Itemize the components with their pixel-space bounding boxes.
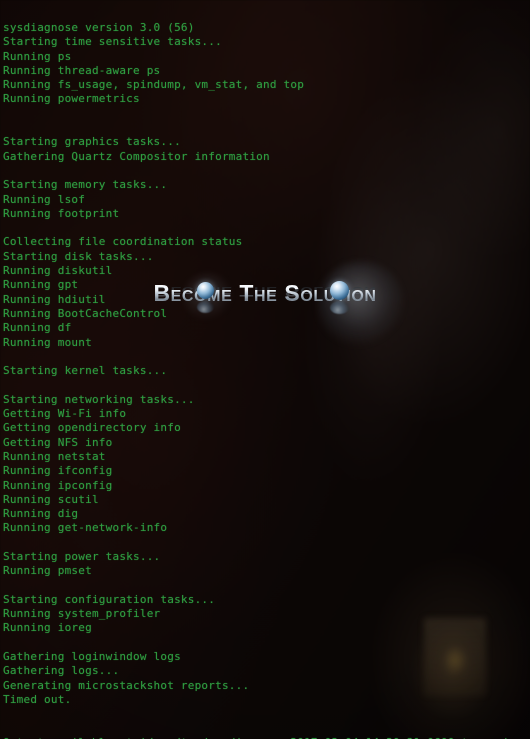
terminal-line: Starting kernel tasks...: [3, 364, 168, 378]
terminal-line: Starting time sensitive tasks...: [3, 35, 222, 49]
terminal-line: Running system_profiler: [3, 607, 161, 621]
terminal-line: sysdiagnose version 3.0 (56): [3, 21, 195, 34]
terminal-line: Starting memory tasks...: [3, 178, 168, 192]
terminal-line: Running ifconfig: [3, 464, 113, 478]
terminal-line: Running dig: [3, 507, 79, 521]
terminal-line: Collecting file coordination status: [3, 235, 243, 249]
terminal-line: Timed out.: [3, 692, 72, 706]
terminal-line: Starting disk tasks...: [3, 249, 154, 263]
terminal-line: Running lsof: [3, 192, 86, 206]
terminal-line: Running pmset: [3, 564, 92, 578]
terminal-line: Running fs_usage, spindump, vm_stat, and…: [3, 78, 305, 92]
terminal-line: Running gpt: [3, 278, 79, 292]
terminal-output[interactable]: sysdiagnose version 3.0 (56) Starting tim…: [0, 11, 530, 739]
terminal-window: sysdiagnose version 3.0 (56) Starting tim…: [0, 0, 530, 739]
terminal-line: Starting configuration tasks...: [3, 592, 216, 606]
terminal-line: Running ps: [3, 49, 72, 63]
terminal-line: Starting power tasks...: [3, 549, 161, 563]
terminal-line: Gathering Quartz Compositor information: [3, 149, 270, 163]
terminal-line: Running df: [3, 321, 72, 335]
terminal-line: Running get-network-info: [3, 521, 168, 535]
terminal-line: Running powermetrics: [3, 92, 140, 106]
terminal-line: Generating microstackshot reports...: [3, 678, 250, 692]
terminal-line: Running ioreg: [3, 621, 92, 635]
terminal-line: Getting opendirectory info: [3, 421, 181, 435]
terminal-line: Getting Wi-Fi info: [3, 407, 127, 421]
terminal-line: Gathering loginwindow logs: [3, 650, 181, 664]
terminal-line: Starting networking tasks...: [3, 392, 195, 406]
terminal-line: Running ipconfig: [3, 478, 113, 492]
terminal-line: Running footprint: [3, 206, 120, 220]
terminal-line: Running scutil: [3, 492, 99, 506]
terminal-line: Running diskutil: [3, 264, 113, 278]
terminal-line: Running mount: [3, 335, 92, 349]
terminal-line: Getting NFS info: [3, 435, 113, 449]
terminal-line: Running thread-aware ps: [3, 63, 161, 77]
terminal-line: Running hdiutil: [3, 292, 106, 306]
terminal-line: Gathering logs...: [3, 664, 120, 678]
terminal-line: Running netstat: [3, 449, 106, 463]
terminal-line: Running BootCacheControl: [3, 306, 168, 320]
terminal-line: Starting graphics tasks...: [3, 135, 181, 149]
